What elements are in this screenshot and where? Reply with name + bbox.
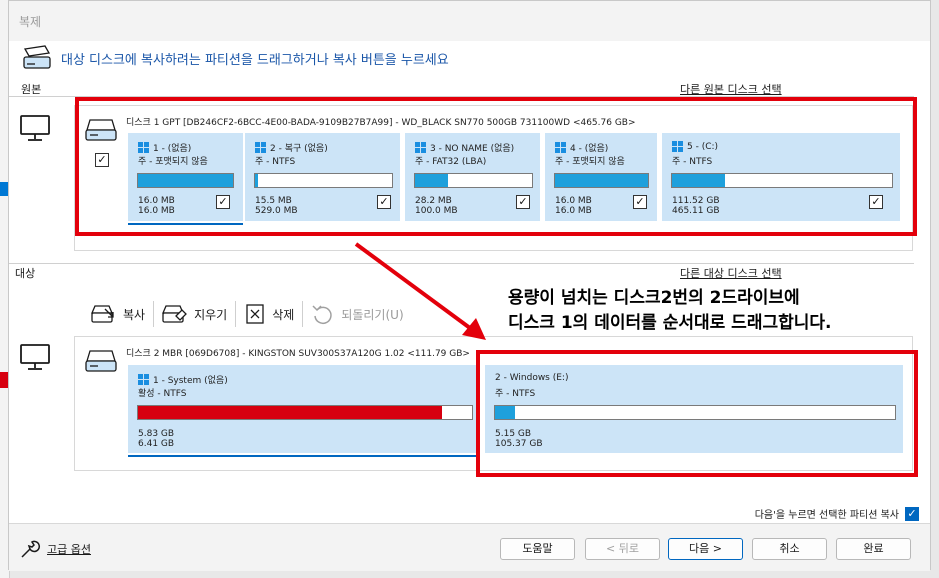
annotation-line-1: 용량이 넘치는 디스크2번의 2드라이브에: [508, 288, 800, 308]
annotation-text: 용량이 넘치는 디스크2번의 2드라이브에 디스크 1의 데이터를 순서대로 드…: [508, 286, 831, 336]
annotation-line-2: 디스크 1의 데이터를 순서대로 드래그합니다.: [508, 313, 832, 333]
